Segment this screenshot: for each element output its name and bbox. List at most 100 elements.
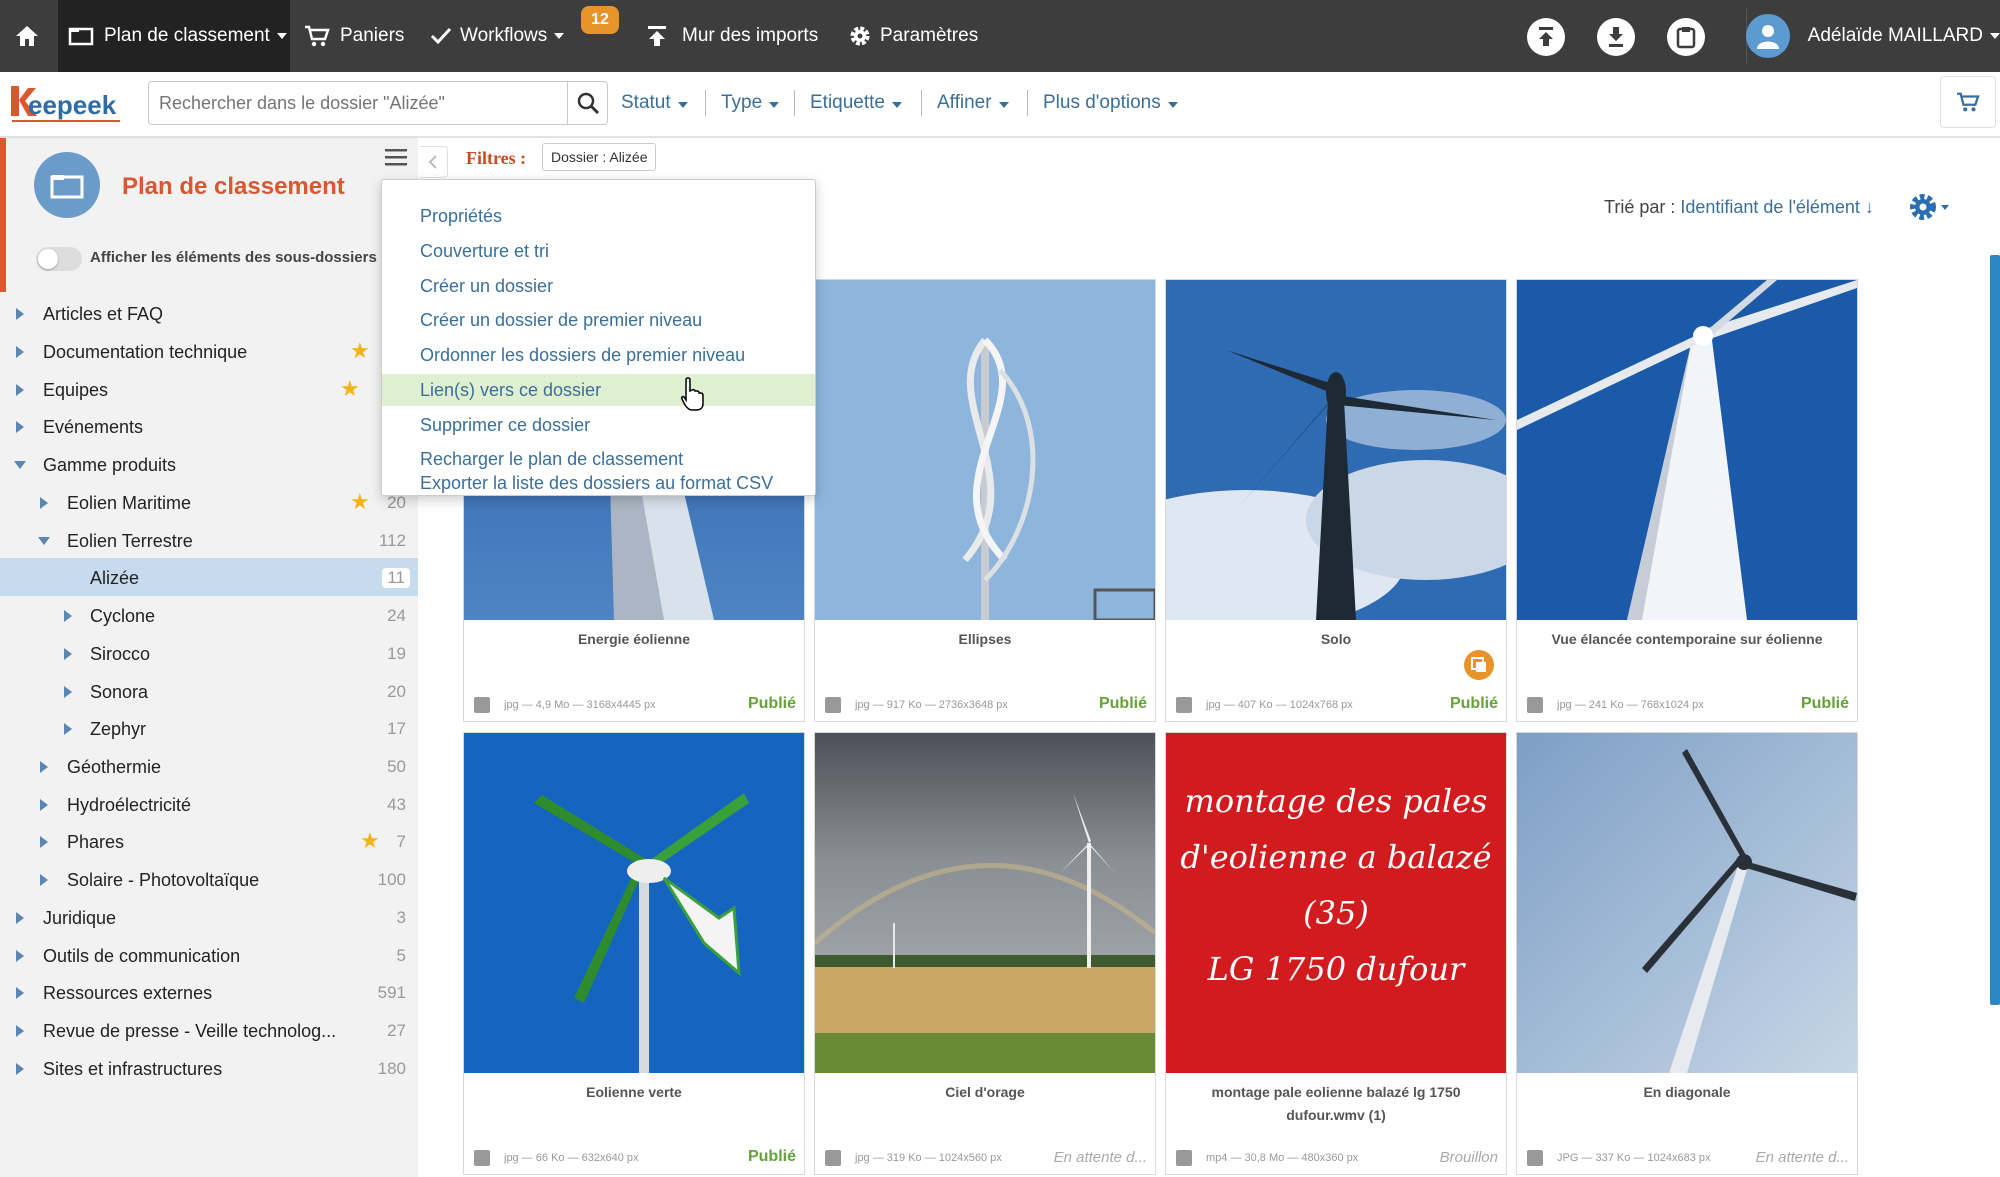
asset-thumbnail[interactable]: [1166, 280, 1506, 620]
asset-card[interactable]: En diagonale JPG — 337 Ko — 1024x683 px …: [1516, 732, 1858, 1175]
home-button[interactable]: [14, 0, 48, 72]
menu-item-exporter-csv[interactable]: Exporter la liste des dossiers au format…: [382, 469, 815, 497]
tree-item[interactable]: Ressources externes 591: [0, 973, 418, 1011]
tree-item[interactable]: Outils de communication 5: [0, 936, 418, 974]
tree-item[interactable]: Equipes★1: [0, 370, 418, 408]
tree-item-label: Gamme produits: [43, 455, 177, 475]
svg-text:eepeek: eepeek: [28, 90, 117, 120]
asset-card[interactable]: montage des pales d'eolienne a balazé (3…: [1165, 732, 1507, 1175]
tree-item[interactable]: Documentation technique ★: [0, 332, 418, 370]
sort-control[interactable]: Trié par : Identifiant de l'élément ↓: [1604, 197, 1874, 218]
asset-thumbnail[interactable]: [815, 733, 1155, 1073]
tree-item-label: Eolien Terrestre: [67, 531, 193, 551]
filter-affiner[interactable]: Affiner: [937, 92, 1009, 114]
asset-title: Solo: [1320, 631, 1352, 647]
tree-item-count: 24: [387, 606, 406, 625]
tree-item[interactable]: Solaire - Photovoltaïque 100: [0, 860, 418, 898]
tree-item[interactable]: Gamme produits3: [0, 445, 418, 483]
tree-item-label: Evénements: [43, 417, 144, 437]
favorite-star-icon[interactable]: ★: [350, 491, 370, 513]
download-button[interactable]: [1597, 18, 1635, 56]
asset-thumbnail[interactable]: [464, 733, 804, 1073]
user-menu[interactable]: Adélaïde MAILLARD: [1746, 0, 2000, 72]
version-badge-icon[interactable]: [1464, 650, 1494, 680]
tree-item[interactable]: Sirocco 19: [0, 634, 418, 672]
sort-value[interactable]: Identifiant de l'élément ↓: [1680, 197, 1874, 217]
menu-item-liens-vers-dossier[interactable]: Lien(s) vers ce dossier: [382, 374, 815, 406]
tree-item[interactable]: Eolien Maritime ★ 20: [0, 483, 418, 521]
asset-card[interactable]: Eolienne verte jpg — 66 Ko — 632x640 px …: [463, 732, 805, 1175]
asset-thumbnail[interactable]: [815, 280, 1155, 620]
tree-item[interactable]: Evénements: [0, 407, 418, 445]
sidebar-menu-button[interactable]: [385, 148, 407, 166]
favorite-star-icon[interactable]: ★: [350, 340, 370, 362]
favorite-star-icon[interactable]: ★: [360, 830, 380, 852]
filter-plus-options[interactable]: Plus d'options: [1043, 92, 1178, 114]
asset-card[interactable]: Ellipses jpg — 917 Ko — 2736x3648 px Pub…: [814, 279, 1156, 722]
search-button[interactable]: [567, 82, 607, 124]
tree-item[interactable]: Hydroélectricité 43: [0, 785, 418, 823]
asset-card[interactable]: Ciel d'orage jpg — 319 Ko — 1024x560 px …: [814, 732, 1156, 1175]
image-file-icon: [825, 1150, 841, 1166]
display-settings-button[interactable]: [1908, 191, 1952, 228]
asset-card[interactable]: Vue élancée contemporaine sur éolienne j…: [1516, 279, 1858, 722]
sidebar-collapse-button[interactable]: [420, 146, 448, 178]
gear-icon: [850, 26, 870, 46]
asset-thumbnail[interactable]: [1517, 280, 1857, 620]
tree-item[interactable]: Zephyr 17: [0, 709, 418, 747]
asset-meta: jpg — 917 Ko — 2736x3648 px: [855, 699, 1008, 711]
menu-item-creer-dossier[interactable]: Créer un dossier: [382, 270, 815, 302]
filter-etiquette[interactable]: Etiquette: [810, 92, 902, 114]
tree-item-label: Outils de communication: [43, 946, 241, 966]
asset-meta: JPG — 337 Ko — 1024x683 px: [1557, 1152, 1711, 1164]
tree-item-label: Documentation technique: [43, 342, 248, 362]
tree-item-count: 7: [396, 832, 406, 851]
asset-title: Eolienne verte: [586, 1084, 682, 1100]
filter-chip[interactable]: Dossier : Alizée: [542, 143, 657, 171]
nav-parametres[interactable]: Paramètres: [848, 0, 978, 72]
tree-item[interactable]: Articles et FAQ: [0, 294, 418, 332]
tree-item[interactable]: Sites et infrastructures 180: [0, 1049, 418, 1087]
menu-item-supprimer-dossier[interactable]: Supprimer ce dossier: [382, 409, 815, 441]
basket-button[interactable]: [1940, 76, 1996, 128]
tree-item[interactable]: Géothermie 50: [0, 747, 418, 785]
menu-item-ordonner-dossiers[interactable]: Ordonner les dossiers de premier niveau: [382, 339, 815, 371]
menu-item-proprietes[interactable]: Propriétés: [382, 200, 815, 232]
cart-icon: [305, 25, 330, 47]
folder-outline-icon: [68, 27, 94, 46]
favorite-star-icon[interactable]: ★: [340, 378, 360, 400]
menu-item-creer-dossier-premier-niveau[interactable]: Créer un dossier de premier niveau: [382, 304, 815, 336]
nav-mur-des-imports[interactable]: Mur des imports: [646, 0, 818, 72]
tree-item[interactable]: Revue de presse - Veille technolog... 27: [0, 1011, 418, 1049]
asset-thumbnail[interactable]: [1517, 733, 1857, 1073]
tree-item[interactable]: Phares ★ 7: [0, 822, 418, 860]
asset-status: En attente d...: [1755, 1149, 1849, 1166]
upload-button[interactable]: [1527, 18, 1565, 56]
asset-meta: jpg — 66 Ko — 632x640 px: [504, 1152, 639, 1164]
nav-plan-de-classement[interactable]: Plan de classement: [58, 0, 290, 72]
clipboard-button[interactable]: [1667, 18, 1705, 56]
search-input[interactable]: [149, 82, 567, 124]
asset-meta: jpg — 407 Ko — 1024x768 px: [1206, 699, 1353, 711]
tree-item-selected[interactable]: Alizée 11: [0, 558, 418, 596]
download-icon: [1609, 27, 1623, 47]
asset-meta: jpg — 319 Ko — 1024x560 px: [855, 1152, 1002, 1164]
tree-item-label: Géothermie: [67, 757, 162, 777]
filter-statut[interactable]: Statut: [621, 92, 688, 114]
tree-item[interactable]: Cyclone 24: [0, 596, 418, 634]
asset-thumbnail[interactable]: montage des pales d'eolienne a balazé (3…: [1166, 733, 1506, 1073]
tree-item-label: Articles et FAQ: [43, 304, 164, 324]
filter-type[interactable]: Type: [721, 92, 780, 114]
image-file-icon: [1527, 697, 1543, 713]
asset-title: Energie éolienne: [577, 631, 691, 647]
tree-item[interactable]: Eolien Terrestre 112: [0, 521, 418, 559]
nav-workflows[interactable]: Workflows: [430, 0, 565, 72]
tree-item-label: Ressources externes: [43, 983, 213, 1003]
asset-card[interactable]: Solo jpg — 407 Ko — 1024x768 px Publié: [1165, 279, 1507, 722]
menu-item-couverture-tri[interactable]: Couverture et tri: [382, 235, 815, 267]
tree-item[interactable]: Juridique 3: [0, 898, 418, 936]
scrollbar[interactable]: [1990, 255, 2000, 1005]
asset-meta: jpg — 4,9 Mo — 3168x4445 px: [504, 699, 656, 711]
nav-paniers[interactable]: Paniers: [304, 0, 404, 72]
tree-item[interactable]: Sonora 20: [0, 672, 418, 710]
